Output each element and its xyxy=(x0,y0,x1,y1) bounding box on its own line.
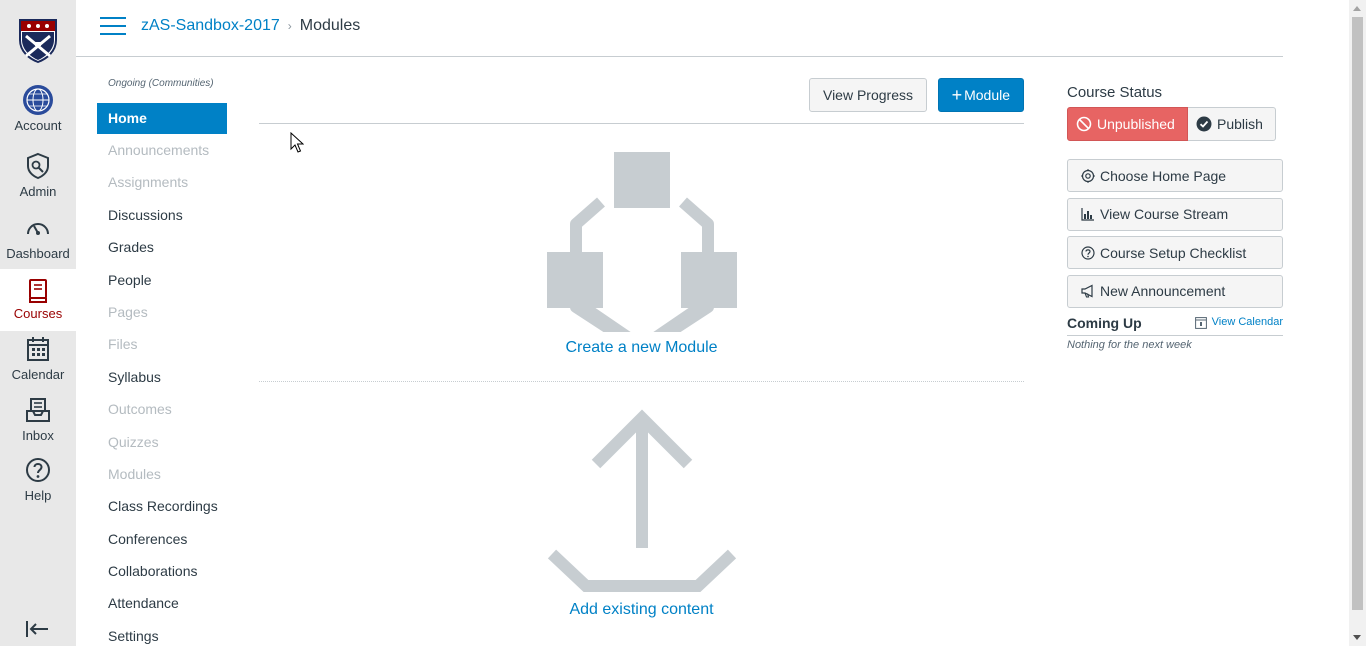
dashboard-gauge-icon xyxy=(27,223,49,235)
coming-up-header: Coming Up View Calendar xyxy=(1067,315,1283,336)
global-nav-label: Help xyxy=(24,488,52,503)
add-module-label: Module xyxy=(964,87,1010,103)
modules-main: View Progress + Module Create a new Modul… xyxy=(259,78,1024,632)
scroll-up-arrow-icon[interactable] xyxy=(1353,6,1361,11)
course-nav-item-attendance[interactable]: Attendance xyxy=(97,587,227,619)
global-nav-calendar[interactable]: Calendar xyxy=(0,335,76,395)
create-new-module-link[interactable]: Create a new Module xyxy=(259,339,1024,357)
course-nav-item-syllabus[interactable]: Syllabus xyxy=(97,361,227,393)
check-circle-icon xyxy=(1196,116,1212,132)
view-calendar-link[interactable]: View Calendar xyxy=(1194,316,1283,329)
breadcrumb-separator-icon: › xyxy=(287,19,292,33)
global-nav-admin[interactable]: Admin xyxy=(0,152,76,212)
vertical-scrollbar[interactable] xyxy=(1349,0,1366,646)
global-nav-inbox[interactable]: Inbox xyxy=(0,396,76,456)
course-nav-item-files: Files xyxy=(108,336,138,353)
create-module-block[interactable]: Create a new Module xyxy=(259,124,1024,382)
choose-home-page-button[interactable]: Choose Home Page xyxy=(1067,159,1283,192)
course-menu-toggle-icon[interactable] xyxy=(100,17,126,37)
publish-label: Publish xyxy=(1217,116,1263,132)
account-globe-icon xyxy=(23,85,53,115)
course-nav-item-quizzes: Quizzes xyxy=(108,433,159,450)
course-nav-item-modules: Modules xyxy=(108,465,161,482)
course-nav-item-home[interactable]: Home xyxy=(97,103,227,134)
course-sidebar: Course Status Unpublished Publish Choose… xyxy=(1067,84,1283,351)
calendar-icon xyxy=(27,337,49,361)
view-calendar-label: View Calendar xyxy=(1211,316,1283,328)
modules-toolbar: View Progress + Module xyxy=(259,78,1024,124)
global-nav-label: Admin xyxy=(19,184,57,199)
course-nav-item-assignments: Assignments xyxy=(108,174,189,191)
calendar-small-icon xyxy=(1194,316,1207,329)
scroll-down-arrow-icon[interactable] xyxy=(1353,635,1361,640)
side-button-label: New Announcement xyxy=(1100,283,1226,299)
global-nav-label: Courses xyxy=(13,306,63,321)
term-label: Ongoing (Communities) xyxy=(108,78,214,89)
course-navigation: Ongoing (Communities) Home Announcements A… xyxy=(97,78,227,652)
global-nav-label: Calendar xyxy=(11,367,65,382)
ban-icon xyxy=(1076,116,1092,132)
admin-shield-icon xyxy=(27,152,49,180)
global-nav-label: Account xyxy=(14,118,62,133)
new-announcement-button[interactable]: New Announcement xyxy=(1067,274,1283,308)
global-nav-account[interactable]: Account xyxy=(0,84,76,144)
breadcrumb: zAS-Sandbox-2017 › Modules xyxy=(141,17,360,35)
plus-icon: + xyxy=(951,85,963,105)
upload-arrow-icon xyxy=(547,409,737,592)
module-hierarchy-icon xyxy=(547,152,737,332)
view-course-stream-button[interactable]: View Course Stream xyxy=(1067,197,1283,231)
coming-up-empty-text: Nothing for the next week xyxy=(1067,338,1192,351)
course-nav-item-outcomes: Outcomes xyxy=(108,401,172,418)
global-nav-help[interactable]: Help xyxy=(0,456,76,516)
breadcrumb-current-page: Modules xyxy=(299,17,361,34)
global-nav-label: Dashboard xyxy=(6,246,70,261)
add-module-button[interactable]: + Module xyxy=(937,78,1024,112)
publish-toggle-group: Unpublished Publish xyxy=(1067,107,1283,141)
side-button-label: View Course Stream xyxy=(1100,206,1229,222)
scrollbar-thumb[interactable] xyxy=(1352,17,1363,610)
course-nav-item-settings[interactable]: Settings xyxy=(97,620,227,652)
side-button-label: Course Setup Checklist xyxy=(1100,244,1247,261)
course-nav-item-pages: Pages xyxy=(108,303,148,320)
publish-button[interactable]: Publish xyxy=(1188,107,1276,141)
course-nav-item-class-recordings[interactable]: Class Recordings xyxy=(97,490,227,522)
course-status-title: Course Status xyxy=(1067,84,1163,101)
add-existing-content-block[interactable]: Add existing content xyxy=(259,382,1024,632)
page-header: zAS-Sandbox-2017 › Modules xyxy=(76,0,1283,57)
unpublished-button[interactable]: Unpublished xyxy=(1067,107,1188,141)
unpublished-label: Unpublished xyxy=(1097,116,1175,132)
megaphone-icon xyxy=(1081,284,1093,298)
global-nav-courses[interactable]: Courses xyxy=(0,269,76,331)
target-icon xyxy=(1081,168,1095,183)
inbox-icon xyxy=(26,398,50,422)
global-nav-dashboard[interactable]: Dashboard xyxy=(0,214,76,274)
university-shield-logo-icon[interactable] xyxy=(18,18,58,64)
course-nav-item-discussions[interactable]: Discussions xyxy=(97,199,227,231)
side-button-label: Choose Home Page xyxy=(1100,167,1227,184)
question-circle-icon xyxy=(1081,245,1095,260)
global-nav-label: Inbox xyxy=(22,428,54,443)
stream-chart-icon xyxy=(1081,208,1094,221)
coming-up-title: Coming Up xyxy=(1067,314,1142,331)
courses-book-icon xyxy=(29,279,47,303)
collapse-nav-icon[interactable] xyxy=(24,618,52,640)
course-nav-item-conferences[interactable]: Conferences xyxy=(97,523,227,555)
breadcrumb-course-link[interactable]: zAS-Sandbox-2017 xyxy=(141,17,280,35)
course-nav-item-collaborations[interactable]: Collaborations xyxy=(97,555,227,587)
course-nav-item-announcements: Announcements xyxy=(108,142,210,158)
global-navigation: Account Admin Dashboard Courses Calendar… xyxy=(0,0,76,646)
course-nav-item-people[interactable]: People xyxy=(97,264,227,296)
mouse-pointer-icon xyxy=(290,132,304,153)
course-nav-item-grades[interactable]: Grades xyxy=(97,231,227,263)
help-icon xyxy=(26,458,50,482)
view-progress-button[interactable]: View Progress xyxy=(808,78,927,112)
add-existing-content-link[interactable]: Add existing content xyxy=(259,601,1024,619)
course-setup-checklist-button[interactable]: Course Setup Checklist xyxy=(1067,236,1283,269)
